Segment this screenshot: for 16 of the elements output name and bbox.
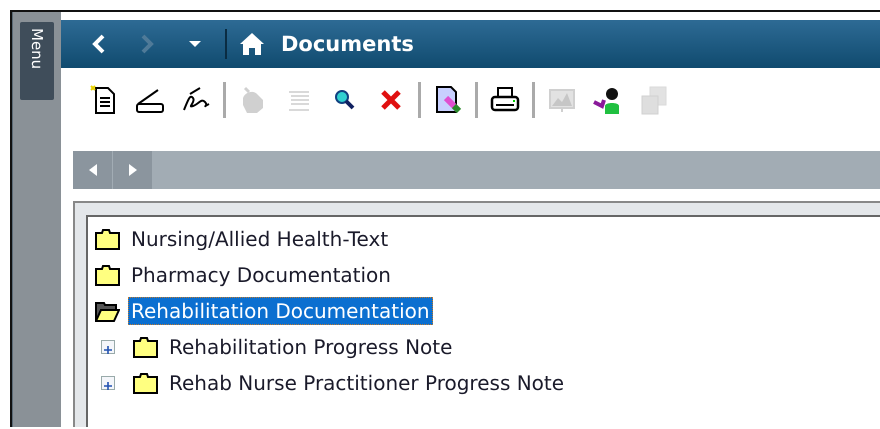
expander[interactable] (101, 376, 115, 390)
tree-item[interactable]: Rehabilitation Progress Note (166, 333, 456, 361)
menu-tab[interactable]: Menu (20, 22, 54, 100)
tree-item[interactable]: Rehab Nurse Practitioner Progress Note (166, 369, 568, 397)
scroll-left-icon[interactable] (88, 164, 96, 176)
page-title: Documents (281, 32, 414, 56)
tree-item[interactable]: Rehabilitation Documentation (128, 297, 433, 325)
home-icon[interactable] (239, 32, 265, 56)
scroll-right-icon[interactable] (128, 164, 136, 176)
folder-icon (133, 372, 158, 394)
folder-icon (133, 336, 158, 358)
tree-item[interactable]: Nursing/Allied Health-Text (128, 225, 392, 253)
back-icon[interactable] (91, 33, 107, 55)
caret-icon[interactable] (189, 40, 201, 48)
tree-item[interactable]: Pharmacy Documentation (128, 261, 394, 289)
expander[interactable] (101, 340, 115, 354)
